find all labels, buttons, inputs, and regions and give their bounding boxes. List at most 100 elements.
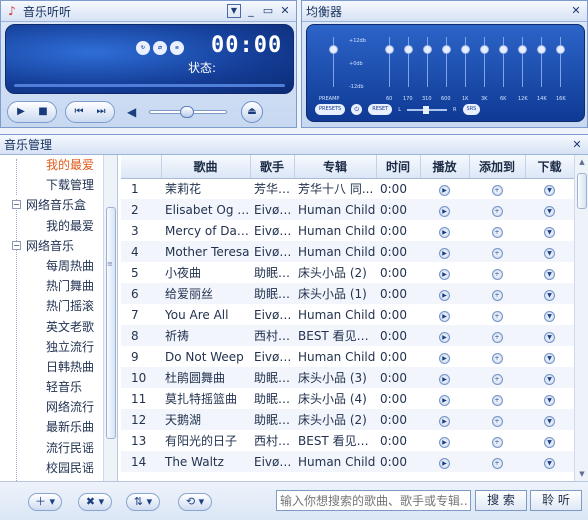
add-to-icon[interactable]: + [491, 353, 503, 364]
shuffle-icon[interactable]: ⇄ [153, 41, 167, 55]
table-row[interactable]: 8祈祷西村由...BEST 看见幸...0:00 ▶ + ▼ [121, 325, 574, 346]
tree-item[interactable]: 网络流行 [0, 397, 117, 417]
minimize-icon[interactable]: _ [244, 4, 258, 18]
tree-item[interactable]: 热门舞曲 [0, 276, 117, 296]
download-icon[interactable]: ▼ [544, 437, 555, 448]
download-icon[interactable]: ▼ [544, 395, 555, 406]
listen-button[interactable]: 聆 听 [530, 490, 582, 511]
tree-expander-icon[interactable]: − [12, 200, 21, 210]
eq-band-knob[interactable] [480, 45, 489, 54]
eject-icon[interactable]: ⏏ [241, 101, 263, 123]
download-icon[interactable]: ▼ [544, 269, 555, 280]
balance-slider[interactable] [407, 105, 448, 114]
list-icon[interactable]: ≡ [170, 41, 184, 55]
play-row-icon[interactable]: ▶ [439, 248, 450, 259]
play-row-icon[interactable]: ▶ [439, 227, 450, 238]
play-row-icon[interactable]: ▶ [439, 395, 450, 406]
table-row[interactable]: 9 Do Not Weep Eivør ... Human Child 0:00 ▶ + ▼ [121, 346, 574, 367]
eq-band-knob[interactable] [556, 45, 565, 54]
play-row-icon[interactable]: ▶ [439, 206, 450, 217]
tree-item[interactable]: 每周热曲 [0, 256, 117, 276]
add-to-icon[interactable]: + [491, 269, 503, 280]
restore-icon[interactable]: ▭ [261, 4, 275, 18]
reset-button[interactable]: RESET [368, 104, 393, 115]
tree-item[interactable]: 轻音乐 [0, 377, 117, 397]
table-row[interactable]: 14The WaltzEivør ...Human Child0:00 ▶ + ▼ [121, 451, 574, 472]
table-row[interactable]: 2Elisabet Og E...Eivør ...Human Child0:0… [121, 199, 574, 220]
table-row[interactable]: 7 You Are All Eivør ... Human Child 0:00 ▶ + ▼ [121, 304, 574, 325]
tree-item[interactable]: − 网络音乐盒 [0, 195, 117, 215]
add-to-icon[interactable]: + [491, 437, 503, 448]
download-icon[interactable]: ▼ [544, 206, 555, 217]
play-row-icon[interactable]: ▶ [439, 374, 450, 385]
add-to-icon[interactable]: + [491, 416, 503, 427]
play-row-icon[interactable]: ▶ [439, 437, 450, 448]
table-row[interactable]: 6给爱丽丝助眠音乐床头小品 (1)0:00 ▶ + ▼ [121, 283, 574, 304]
tree-item[interactable]: 我的最爱 [0, 155, 117, 175]
download-icon[interactable]: ▼ [544, 458, 555, 469]
table-row[interactable]: 4Mother TeresaEivør ...Human Child0:00 ▶ +… [121, 241, 574, 262]
eq-band-knob[interactable] [385, 45, 394, 54]
tree-item[interactable]: 我的最爱 [0, 216, 117, 236]
play-row-icon[interactable]: ▶ [439, 269, 450, 280]
library-close-icon[interactable]: ✕ [570, 138, 584, 152]
table-row[interactable]: 5 小夜曲 助眠音乐床头小品 (2) 0:00 ▶ + ▼ [121, 262, 574, 283]
repeat-icon[interactable]: ↻ [136, 41, 150, 55]
add-to-icon[interactable]: + [491, 227, 503, 238]
tree-item[interactable]: 校园民谣 [0, 458, 117, 478]
play-row-icon[interactable]: ▶ [439, 311, 450, 322]
play-row-icon[interactable]: ▶ [439, 353, 450, 364]
scroll-down-icon[interactable]: ▼ [577, 469, 587, 479]
eq-band-knob[interactable] [461, 45, 470, 54]
tree-item[interactable]: 最新乐曲 [0, 417, 117, 437]
loop-menu-button[interactable]: ⟲ ▾ [178, 493, 212, 511]
progress-bar[interactable] [14, 84, 285, 87]
column-header[interactable]: 专辑 [294, 155, 377, 179]
tree-item[interactable]: 英文老歌 [0, 317, 117, 337]
add-to-icon[interactable]: + [491, 374, 503, 385]
add-to-icon[interactable]: + [491, 185, 503, 197]
play-row-icon[interactable]: ▶ [439, 416, 450, 427]
stop-icon[interactable]: ■ [34, 104, 52, 120]
eq-band-knob[interactable] [442, 45, 451, 54]
add-to-icon[interactable]: + [491, 395, 503, 406]
previous-icon[interactable]: ⏮ [70, 104, 88, 120]
download-icon[interactable]: ▼ [544, 311, 555, 322]
tree-item[interactable]: 下载管理 [0, 175, 117, 195]
search-button[interactable]: 搜 索 [475, 490, 527, 511]
add-to-icon[interactable]: + [491, 290, 503, 301]
eq-band-knob[interactable] [499, 45, 508, 54]
tree-item[interactable]: − 网络音乐 [0, 236, 117, 256]
tree-expander-icon[interactable]: − [12, 240, 21, 250]
add-to-icon[interactable]: + [491, 311, 503, 322]
column-header[interactable]: 歌手 [250, 155, 295, 179]
table-row[interactable]: 10杜鹃圆舞曲助眠音乐床头小品 (3)0:00 ▶ + ▼ [121, 367, 574, 388]
presets-button[interactable]: PRESETS [315, 104, 346, 115]
table-row[interactable]: 3 Mercy of Dar... Eivør ... Human Child 0:00… [121, 220, 574, 241]
download-icon[interactable]: ▼ [544, 416, 555, 427]
play-row-icon[interactable]: ▶ [439, 332, 450, 343]
table-row[interactable]: 1 茉莉花 芳华十八芳华十八 同... 0:00 ▶ + ▼ [121, 178, 574, 199]
column-header[interactable]: 添加到 [469, 155, 526, 179]
table-row[interactable]: 11 莫扎特摇篮曲 助眠音乐床头小品 (4) 0:00 ▶ + ▼ [121, 388, 574, 409]
volume-icon[interactable]: ◀ [127, 104, 143, 120]
tree-item[interactable]: 日韩热曲 [0, 357, 117, 377]
play-row-icon[interactable]: ▶ [439, 458, 450, 469]
table-row[interactable]: 12天鹅湖助眠音乐床头小品 (2)0:00 ▶ + ▼ [121, 409, 574, 430]
column-header[interactable]: 歌曲 [161, 155, 251, 179]
next-icon[interactable]: ⏭ [92, 104, 110, 120]
add-menu-button[interactable]: ＋ ▾ [28, 493, 62, 511]
download-icon[interactable]: ▼ [544, 353, 555, 364]
play-row-icon[interactable]: ▶ [439, 290, 450, 301]
table-row[interactable]: 13 有阳光的日子 西村由... BEST 看见幸... 0:00 ▶ + ▼ [121, 430, 574, 451]
menu-dropdown-icon[interactable]: ▼ [227, 4, 241, 18]
add-to-icon[interactable]: + [491, 248, 503, 259]
play-icon[interactable]: ▶ [12, 104, 30, 120]
download-icon[interactable]: ▼ [544, 332, 555, 343]
column-header[interactable] [121, 155, 162, 179]
column-header[interactable]: 播放 [420, 155, 470, 179]
download-icon[interactable]: ▼ [544, 248, 555, 259]
download-icon[interactable]: ▼ [544, 290, 555, 301]
tree-item[interactable]: 流行民谣 [0, 438, 117, 458]
download-icon[interactable]: ▼ [544, 374, 555, 385]
